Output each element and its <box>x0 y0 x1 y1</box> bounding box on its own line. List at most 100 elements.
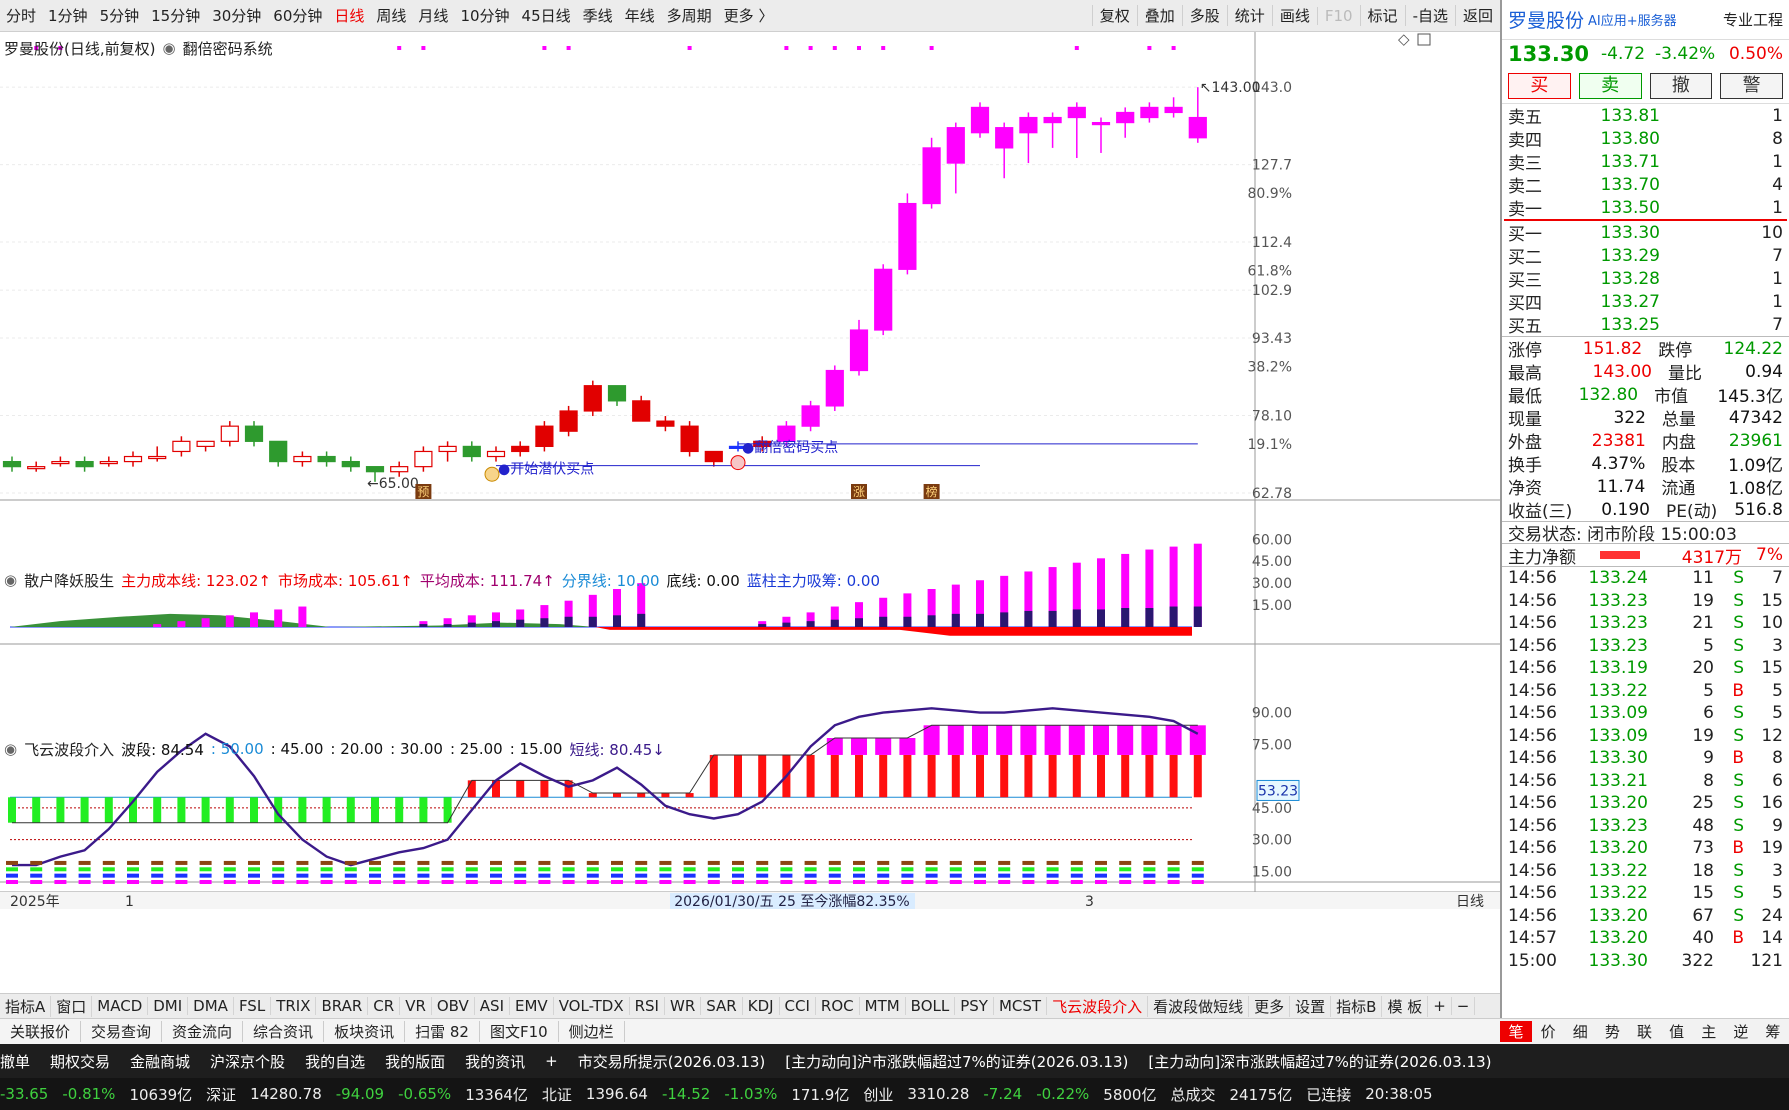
ask-row[interactable]: 卖一 133.50 1 <box>1502 196 1789 221</box>
event-marker[interactable]: 预 <box>415 484 432 499</box>
candle[interactable] <box>922 137 941 209</box>
period-tab[interactable]: 更多 〉 <box>718 5 780 26</box>
taskbar-item[interactable]: 金融商城 <box>130 1051 190 1072</box>
toolbar-button[interactable]: 多股 <box>1181 5 1227 26</box>
bid-row[interactable]: 买二 133.29 7 <box>1502 244 1789 269</box>
toolbar-button[interactable]: F10 <box>1316 6 1360 25</box>
taskbar-item[interactable]: 我的版面 <box>385 1051 445 1072</box>
period-tab[interactable]: 30分钟 <box>206 5 267 26</box>
link-tab[interactable]: 扫雷 82 <box>405 1021 480 1042</box>
ask-row[interactable]: 卖四 133.80 8 <box>1502 127 1789 152</box>
indicator-tab[interactable]: PSY <box>955 997 994 1015</box>
candle[interactable] <box>680 421 699 457</box>
quote-tab[interactable]: 势 <box>1596 1021 1628 1042</box>
quote-tab[interactable]: 细 <box>1564 1021 1596 1042</box>
period-tab[interactable]: 日线 <box>328 5 370 26</box>
period-tab[interactable]: 45日线 <box>516 5 577 26</box>
indicator-settings-icon[interactable]: ◉ <box>4 740 17 758</box>
indicator-tab[interactable]: DMA <box>188 997 234 1015</box>
indicator-tab[interactable]: EMV <box>510 997 554 1015</box>
period-tab[interactable]: 1分钟 <box>42 5 94 26</box>
taskbar-item[interactable]: 期权交易 <box>50 1051 110 1072</box>
indicator-tab[interactable]: VOL-TDX <box>554 997 630 1015</box>
link-tab[interactable]: 侧边栏 <box>559 1021 625 1042</box>
quote-tab[interactable]: 笔 <box>1500 1021 1533 1042</box>
period-tab[interactable]: 60分钟 <box>267 5 328 26</box>
indicator-tab[interactable]: KDJ <box>743 997 780 1015</box>
event-marker[interactable]: 涨 <box>851 484 867 499</box>
ask-row[interactable]: 卖二 133.70 4 <box>1502 173 1789 198</box>
period-tab[interactable]: 15分钟 <box>145 5 206 26</box>
indicator-tab[interactable]: − <box>1452 997 1476 1015</box>
indicator-settings-icon[interactable]: ◉ <box>4 571 17 589</box>
period-tab[interactable]: 分时 <box>0 5 42 26</box>
indicator-tab[interactable]: 飞云波段介入 <box>1047 995 1149 1017</box>
indicator-tab[interactable]: DMI <box>148 997 189 1015</box>
toolbar-button[interactable]: 标记 <box>1359 5 1405 26</box>
indicator-name[interactable]: 散户降妖股生 <box>24 570 114 591</box>
link-tab[interactable]: 综合资讯 <box>243 1021 325 1042</box>
quote-tab[interactable]: 价 <box>1532 1021 1564 1042</box>
indicator-tab[interactable]: OBV <box>432 997 475 1015</box>
trade-button[interactable]: 卖 <box>1578 72 1642 99</box>
indicator-tab[interactable]: MCST <box>994 997 1048 1015</box>
period-tab[interactable]: 5分钟 <box>94 5 146 26</box>
quote-tab[interactable]: 值 <box>1661 1021 1693 1042</box>
indicator-tab[interactable]: WR <box>665 997 702 1015</box>
indicator-tab[interactable]: BRAR <box>316 997 369 1015</box>
toolbar-button[interactable]: 画线 <box>1271 5 1317 26</box>
candle[interactable] <box>874 264 893 336</box>
indicator-tab[interactable]: + <box>1428 997 1452 1015</box>
quote-tab[interactable]: 逆 <box>1725 1021 1757 1042</box>
period-tab[interactable]: 月线 <box>412 5 454 26</box>
taskbar-item[interactable]: [主力动向]沪市涨跌幅超过7%的证券(2026.03.13) <box>785 1051 1128 1072</box>
indicator-tab[interactable]: 看波段做短线 <box>1148 995 1250 1017</box>
pro-label[interactable]: 专业工程 <box>1723 9 1783 30</box>
bid-row[interactable]: 买四 133.27 1 <box>1502 290 1789 315</box>
indicator-tab[interactable]: RSI <box>630 997 665 1015</box>
indicator-tab[interactable]: TRIX <box>271 997 317 1015</box>
taskbar-item[interactable]: 我的自选 <box>305 1051 365 1072</box>
link-tab[interactable]: 板块资讯 <box>324 1021 406 1042</box>
quote-tab[interactable]: 主 <box>1693 1021 1725 1042</box>
candle[interactable] <box>535 421 554 452</box>
indicator-tab[interactable]: 设置 <box>1290 995 1332 1017</box>
period-tab[interactable]: 10分钟 <box>454 5 515 26</box>
bid-row[interactable]: 买五 133.25 7 <box>1502 313 1789 338</box>
event-marker[interactable]: 榜 <box>923 484 940 499</box>
taskbar-item[interactable]: 市交易所提示(2026.03.13) <box>578 1051 766 1072</box>
toolbar-button[interactable]: -自选 <box>1404 5 1455 26</box>
indicator-tab[interactable]: 窗口 <box>51 995 93 1017</box>
indicator-tab[interactable]: CR <box>368 997 401 1015</box>
period-tab[interactable]: 周线 <box>370 5 412 26</box>
kline-chart-area[interactable]: 143.0127.7112.4102.993.4378.1062.7880.9%… <box>0 32 1500 978</box>
indicator-tab[interactable]: ROC <box>816 997 860 1015</box>
indicator-tab[interactable]: 模 板 <box>1382 995 1429 1017</box>
taskbar-item[interactable]: + <box>545 1052 558 1070</box>
indicator-tab[interactable]: BOLL <box>906 997 956 1015</box>
bid-row[interactable]: 买一 133.30 10 <box>1502 221 1789 246</box>
trade-button[interactable]: 警 <box>1720 72 1783 99</box>
toolbar-button[interactable]: 统计 <box>1226 5 1272 26</box>
period-tab[interactable]: 年线 <box>619 5 661 26</box>
indicator-tab[interactable]: 更多 <box>1249 995 1291 1017</box>
indicator-tab[interactable]: MACD <box>92 997 149 1015</box>
net-flow-row[interactable]: 主力净额 4317万 7% <box>1502 544 1789 568</box>
taskbar-item[interactable]: 我的资讯 <box>465 1051 525 1072</box>
link-tab[interactable]: 交易查询 <box>81 1021 163 1042</box>
link-tab[interactable]: 资金流向 <box>162 1021 244 1042</box>
taskbar-item[interactable]: 沪深京个股 <box>210 1051 285 1072</box>
candle[interactable] <box>583 380 602 417</box>
indicator-tab[interactable]: VR <box>400 997 432 1015</box>
link-tab[interactable]: 关联报价 <box>0 1021 82 1042</box>
candle[interactable] <box>801 400 820 432</box>
indicator-tab[interactable]: ASI <box>475 997 510 1015</box>
system-icon[interactable]: ◉ <box>162 39 175 57</box>
toolbar-button[interactable]: 叠加 <box>1136 5 1182 26</box>
quote-tab[interactable]: 筹 <box>1757 1021 1789 1042</box>
indicator-tab[interactable]: FSL <box>234 997 272 1015</box>
taskbar-item[interactable]: [主力动向]深市涨跌幅超过7%的证券(2026.03.13) <box>1148 1051 1491 1072</box>
quote-tab[interactable]: 联 <box>1628 1021 1660 1042</box>
indicator-tab[interactable]: SAR <box>701 997 743 1015</box>
indicator-tab[interactable]: 指标B <box>1331 995 1383 1017</box>
